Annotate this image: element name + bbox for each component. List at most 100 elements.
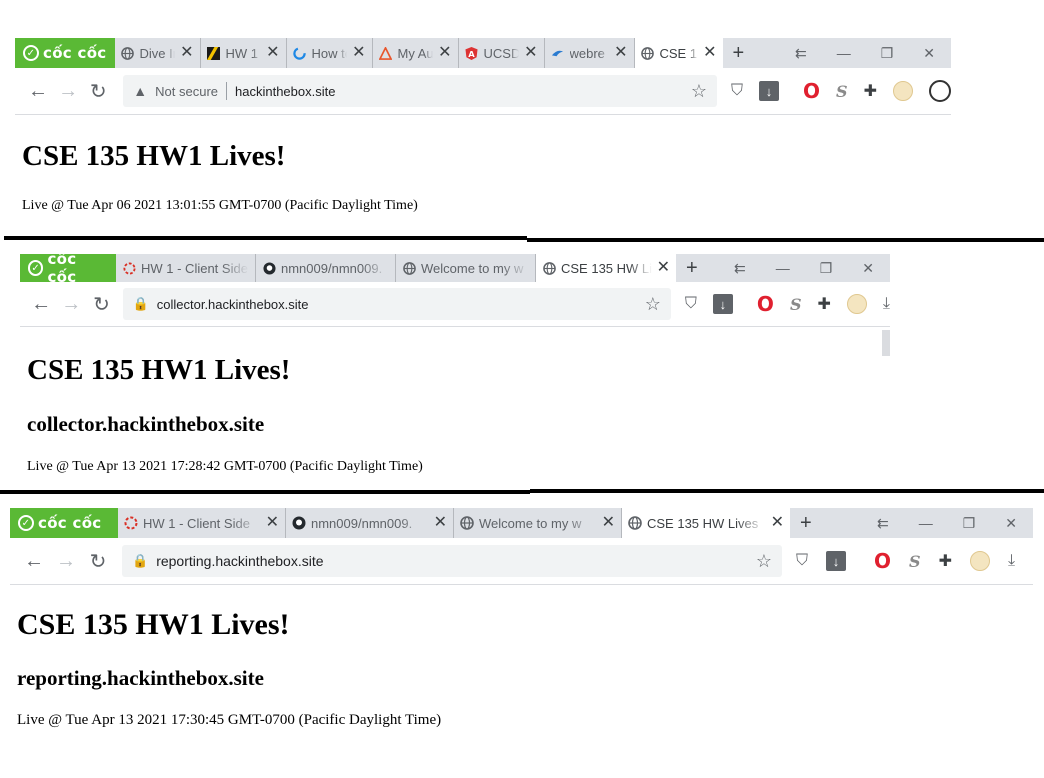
tab-active[interactable]: CSE 135 HW Lives ✕ xyxy=(622,508,790,538)
restore-button[interactable]: ❐ xyxy=(881,45,894,62)
puzzle-icon[interactable]: ✚ xyxy=(864,81,877,101)
back-arrow-icon[interactable]: ← xyxy=(26,293,56,316)
tab[interactable]: nmn009/nmn009. xyxy=(256,254,396,282)
tab[interactable]: Dive In ✕ xyxy=(115,38,201,68)
close-window-button[interactable]: ✕ xyxy=(1005,515,1017,532)
forward-arrow-icon[interactable]: → xyxy=(53,80,83,103)
tab-active[interactable]: CSE 135 HW Lives ✕ xyxy=(536,254,676,282)
puzzle-icon[interactable]: ✚ xyxy=(818,294,831,314)
tab[interactable]: webre ✕ xyxy=(545,38,635,68)
separator-line xyxy=(527,238,1044,242)
forward-arrow-icon[interactable]: → xyxy=(50,550,82,573)
extensions-area: ⛉ ↓ O S ✚ ⤓ xyxy=(782,549,1015,573)
close-window-button[interactable]: ✕ xyxy=(862,260,874,277)
opera-icon[interactable]: O xyxy=(874,549,891,573)
close-tab-icon[interactable]: ✕ xyxy=(657,260,670,276)
shield-icon[interactable]: ⛉ xyxy=(796,552,808,570)
s-extension-icon[interactable]: S xyxy=(790,295,802,314)
tab-search-icon[interactable]: ⇇ xyxy=(734,260,746,277)
download-icon[interactable]: ↓ xyxy=(826,551,847,571)
reload-icon[interactable]: ↻ xyxy=(83,79,113,104)
coccoc-logo[interactable]: ✓ cốc cốc xyxy=(10,508,118,538)
close-tab-icon[interactable]: ✕ xyxy=(524,45,537,61)
minimize-button[interactable]: — xyxy=(919,515,933,531)
github-icon xyxy=(292,516,306,530)
restore-button[interactable]: ❐ xyxy=(963,515,976,532)
tab[interactable]: How to ✕ xyxy=(287,38,373,68)
bookmark-star-icon[interactable]: ☆ xyxy=(756,551,772,572)
new-tab-button[interactable]: + xyxy=(676,254,708,282)
warning-icon: ▲ xyxy=(133,83,148,99)
close-tab-icon[interactable]: ✕ xyxy=(266,45,279,61)
close-tab-icon[interactable]: ✕ xyxy=(438,45,451,61)
profile-ring-icon[interactable] xyxy=(929,80,951,102)
browser-window-3: ✓ cốc cốc HW 1 - Client Side ✕ nmn009/nm… xyxy=(10,508,1033,770)
close-tab-icon[interactable]: ✕ xyxy=(266,515,279,531)
close-tab-icon[interactable]: ✕ xyxy=(703,45,716,61)
tab-search-icon[interactable]: ⇇ xyxy=(795,45,807,62)
s-extension-icon[interactable]: S xyxy=(836,82,848,101)
address-bar[interactable]: 🔒 reporting.hackinthebox.site ☆ xyxy=(122,545,782,577)
tab-search-icon[interactable]: ⇇ xyxy=(877,515,889,532)
minimize-button[interactable]: — xyxy=(776,260,790,276)
toolbar: ← → ↻ 🔒 collector.hackinthebox.site ☆ ⛉ … xyxy=(20,282,890,327)
close-tab-icon[interactable]: ✕ xyxy=(180,45,193,61)
page-heading: CSE 135 HW1 Lives! xyxy=(17,608,290,641)
bookmark-star-icon[interactable]: ☆ xyxy=(691,81,707,102)
address-bar[interactable]: ▲ Not secure hackinthebox.site ☆ xyxy=(123,75,717,107)
tab-title: CSE 135 HW Lives xyxy=(561,260,652,276)
close-window-button[interactable]: ✕ xyxy=(923,45,935,62)
tab-title: CSE 135 HW Lives xyxy=(647,515,759,531)
s-extension-icon[interactable]: S xyxy=(909,552,921,571)
new-tab-button[interactable]: + xyxy=(790,508,822,538)
download-icon[interactable]: ↓ xyxy=(712,294,733,314)
scrollbar-thumb[interactable] xyxy=(882,330,890,356)
brand-name: cốc cốc xyxy=(43,44,107,62)
close-tab-icon[interactable]: ✕ xyxy=(602,515,615,531)
tab-title: My Au xyxy=(397,45,434,61)
tab[interactable]: HW 1 - Client Side xyxy=(116,254,256,282)
opera-icon[interactable]: O xyxy=(757,292,774,316)
avatar-icon[interactable] xyxy=(893,81,913,101)
tab[interactable]: My Au ✕ xyxy=(373,38,459,68)
puzzle-icon[interactable]: ✚ xyxy=(939,551,952,571)
red-dashed-icon xyxy=(124,516,138,530)
opera-icon[interactable]: O xyxy=(803,79,820,103)
omnibox-separator xyxy=(226,82,228,100)
forward-arrow-icon[interactable]: → xyxy=(56,293,86,316)
downloads-tray-icon[interactable]: ⤓ xyxy=(883,295,890,313)
svg-text:A: A xyxy=(468,49,475,59)
new-tab-button[interactable]: + xyxy=(723,38,755,68)
separator-line xyxy=(530,489,1044,493)
tab-active[interactable]: CSE 13 ✕ xyxy=(634,38,723,68)
tab[interactable]: HW 1 - Client Side ✕ xyxy=(118,508,286,538)
restore-button[interactable]: ❐ xyxy=(820,260,833,277)
close-tab-icon[interactable]: ✕ xyxy=(352,45,365,61)
avatar-icon[interactable] xyxy=(970,551,990,571)
close-tab-icon[interactable]: ✕ xyxy=(614,45,627,61)
avatar-icon[interactable] xyxy=(846,294,867,314)
back-arrow-icon[interactable]: ← xyxy=(23,80,53,103)
minimize-button[interactable]: — xyxy=(837,45,851,61)
tab-title: HW 1 - Client Side xyxy=(141,260,248,276)
page-subheading: collector.hackinthebox.site xyxy=(27,412,265,436)
bookmark-star-icon[interactable]: ☆ xyxy=(645,294,661,315)
coccoc-logo[interactable]: ✓ cốc cốc xyxy=(15,38,115,68)
tab[interactable]: Welcome to my w ✕ xyxy=(454,508,622,538)
reload-icon[interactable]: ↻ xyxy=(82,549,114,574)
tab[interactable]: HW 1 ✕ xyxy=(201,38,287,68)
back-arrow-icon[interactable]: ← xyxy=(18,550,50,573)
tab[interactable]: Welcome to my w xyxy=(396,254,536,282)
shield-icon[interactable]: ⛉ xyxy=(685,295,697,313)
coccoc-logo[interactable]: ✓ cốc cốc xyxy=(20,254,116,286)
window-controls: ⇇ — ❐ ✕ xyxy=(877,508,1033,538)
close-tab-icon[interactable]: ✕ xyxy=(434,515,447,531)
close-tab-icon[interactable]: ✕ xyxy=(771,515,784,531)
download-icon[interactable]: ↓ xyxy=(759,81,780,101)
tab[interactable]: nmn009/nmn009. ✕ xyxy=(286,508,454,538)
address-bar[interactable]: 🔒 collector.hackinthebox.site ☆ xyxy=(122,288,671,320)
reload-icon[interactable]: ↻ xyxy=(86,292,116,317)
shield-icon[interactable]: ⛉ xyxy=(731,82,743,100)
downloads-tray-icon[interactable]: ⤓ xyxy=(1008,552,1015,570)
tab[interactable]: A UCSD ✕ xyxy=(459,38,545,68)
